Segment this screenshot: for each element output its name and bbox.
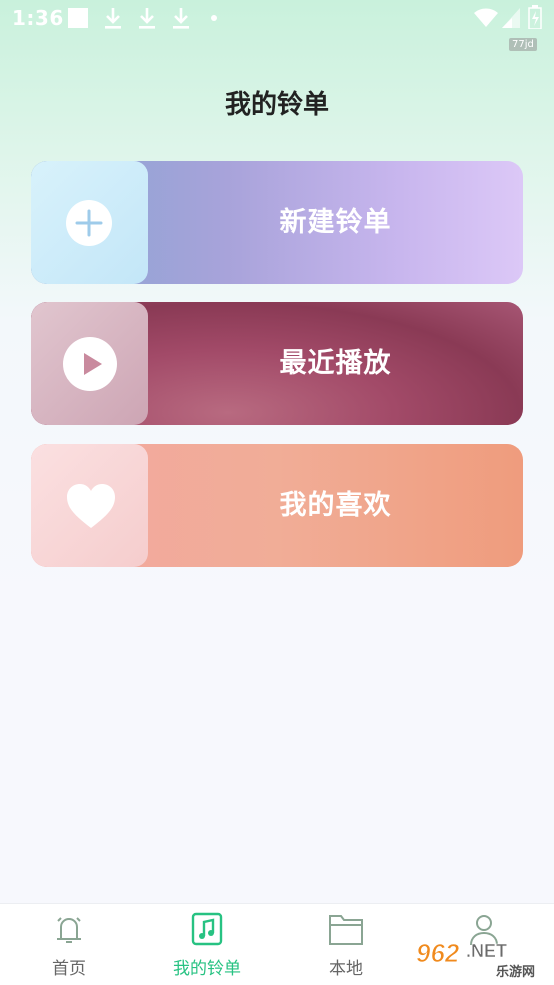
card-label: 新建铃单 xyxy=(279,207,392,238)
download-icon xyxy=(173,8,189,29)
notification-square-icon xyxy=(68,8,88,28)
download-icon xyxy=(105,8,121,29)
battery-icon xyxy=(528,5,542,29)
site-watermark-logo: 962 .NET 乐游网 xyxy=(416,938,536,981)
svg-text:.NET: .NET xyxy=(466,941,507,961)
card-label: 我的喜欢 xyxy=(279,490,392,521)
tab-home[interactable]: 首页 xyxy=(19,904,119,985)
card-label: 最近播放 xyxy=(279,348,392,379)
status-time: 1:36 xyxy=(12,6,64,30)
favorites-card[interactable]: 我的喜欢 xyxy=(31,444,523,567)
card-icon-tile xyxy=(31,444,148,567)
svg-text:乐游网: 乐游网 xyxy=(496,964,535,980)
plus-icon xyxy=(66,200,112,246)
recent-play-card[interactable]: 最近播放 xyxy=(31,302,523,425)
tab-local[interactable]: 本地 xyxy=(296,904,396,985)
svg-text:962: 962 xyxy=(416,938,460,968)
heart-icon xyxy=(67,484,115,528)
download-icon xyxy=(139,8,155,29)
signal-icon xyxy=(502,8,520,28)
wifi-icon xyxy=(474,8,498,27)
card-icon-tile xyxy=(31,302,148,425)
bell-icon xyxy=(57,917,81,943)
tab-label: 我的铃单 xyxy=(173,959,241,979)
corner-badge: 77jd xyxy=(509,38,537,51)
tab-my-ringlist[interactable]: 我的铃单 xyxy=(157,904,257,985)
tab-label: 本地 xyxy=(329,959,363,979)
status-bar: 1:36 xyxy=(0,0,554,38)
folder-icon xyxy=(329,915,363,945)
tab-label: 首页 xyxy=(52,959,86,979)
more-notifications-dot-icon xyxy=(211,15,217,21)
music-note-icon xyxy=(191,912,223,946)
card-icon-tile xyxy=(31,161,148,284)
play-icon xyxy=(63,337,117,391)
new-ringlist-card[interactable]: 新建铃单 xyxy=(31,161,523,284)
page-title: 我的铃单 xyxy=(224,90,329,120)
